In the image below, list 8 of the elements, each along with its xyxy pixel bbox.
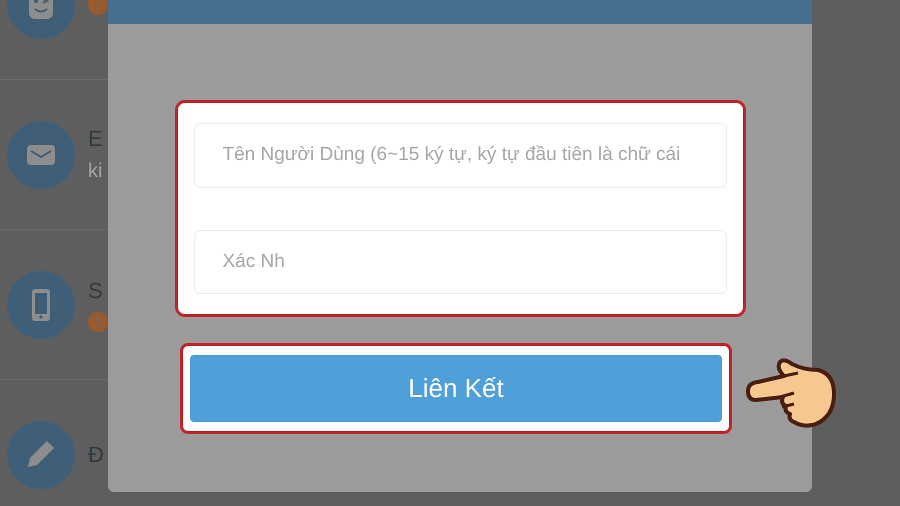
item-subtitle: ki [88, 160, 103, 183]
input-field[interactable]: Tên Người Dùng (6~15 ký tự, ký tự đầu tiên là chữ cái [194, 123, 726, 188]
link-button[interactable]: Liên Kết [190, 355, 722, 422]
warning-icon [88, 312, 108, 332]
pencil-icon [7, 420, 75, 488]
input-field[interactable]: Xác Nh [194, 230, 726, 294]
phone-icon [7, 270, 75, 338]
mail-icon [7, 120, 75, 188]
